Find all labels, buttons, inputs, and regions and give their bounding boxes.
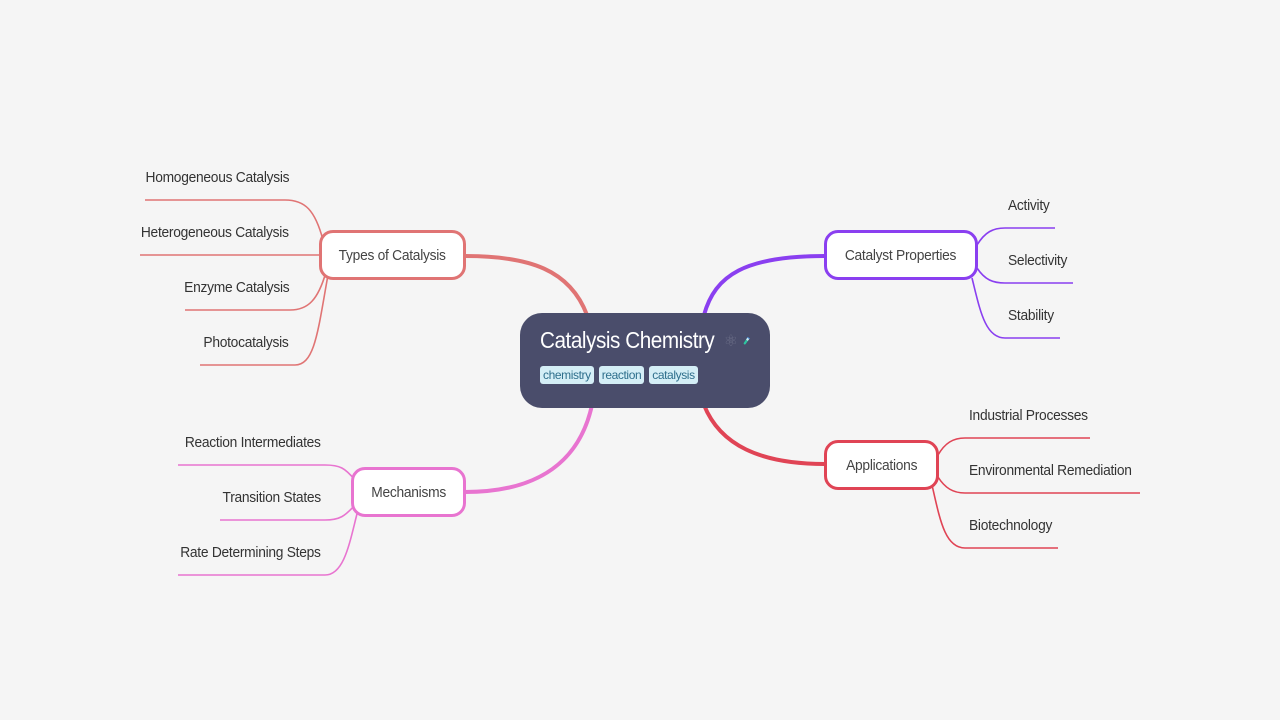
subtopic-enzyme-catalysis[interactable]: Enzyme Catalysis xyxy=(184,279,290,296)
subtopic-heterogeneous-catalysis[interactable]: Heterogeneous Catalysis xyxy=(141,224,289,241)
subtopic-reaction-intermediates[interactable]: Reaction Intermediates xyxy=(185,434,321,451)
link-prop-child-0 xyxy=(976,227,1055,246)
subtopic-industrial-processes[interactable]: Industrial Processes xyxy=(969,407,1088,424)
topic-catalyst-properties[interactable]: Catalyst Properties xyxy=(824,230,978,280)
tag-list: chemistry reaction catalysis xyxy=(540,366,750,384)
link-types xyxy=(464,254,589,316)
link-prop-child-1 xyxy=(976,267,1073,284)
subtopic-environmental-remediation[interactable]: Environmental Remediation xyxy=(969,462,1132,479)
link-mech-child-1 xyxy=(220,504,356,521)
atom-icon: ⚛ xyxy=(723,332,738,350)
topic-types-of-catalysis[interactable]: Types of Catalysis xyxy=(319,230,466,280)
test-tube-icon xyxy=(743,336,750,344)
central-topic[interactable]: Catalysis Chemistry ⚛ chemistry reaction… xyxy=(520,313,770,408)
topic-label: Mechanisms xyxy=(371,483,446,501)
subtopic-stability[interactable]: Stability xyxy=(1008,307,1054,324)
subtopic-homogeneous-catalysis[interactable]: Homogeneous Catalysis xyxy=(145,169,289,186)
subtopic-transition-states[interactable]: Transition States xyxy=(223,489,322,506)
link-properties xyxy=(702,254,826,316)
link-mech-child-0 xyxy=(178,464,356,481)
topic-label: Applications xyxy=(845,456,918,474)
topic-mechanisms[interactable]: Mechanisms xyxy=(351,467,466,517)
topic-applications[interactable]: Applications xyxy=(824,440,939,490)
link-mechanisms xyxy=(464,404,594,494)
subtopic-activity[interactable]: Activity xyxy=(1008,197,1050,214)
subtopic-rate-determining-steps[interactable]: Rate Determining Steps xyxy=(181,544,322,561)
subtopic-photocatalysis[interactable]: Photocatalysis xyxy=(204,334,289,351)
topic-label: Catalyst Properties xyxy=(845,246,957,264)
tag-reaction[interactable]: reaction xyxy=(598,366,645,384)
link-app-child-0 xyxy=(937,437,1090,456)
topic-label: Types of Catalysis xyxy=(338,246,447,264)
tag-chemistry[interactable]: chemistry xyxy=(540,366,594,384)
subtopic-biotechnology[interactable]: Biotechnology xyxy=(969,517,1052,534)
subtopic-selectivity[interactable]: Selectivity xyxy=(1008,252,1067,269)
tag-catalysis[interactable]: catalysis xyxy=(649,366,698,384)
central-topic-title: Catalysis Chemistry xyxy=(540,327,715,353)
link-applications xyxy=(702,404,826,466)
link-app-child-1 xyxy=(937,476,1140,494)
